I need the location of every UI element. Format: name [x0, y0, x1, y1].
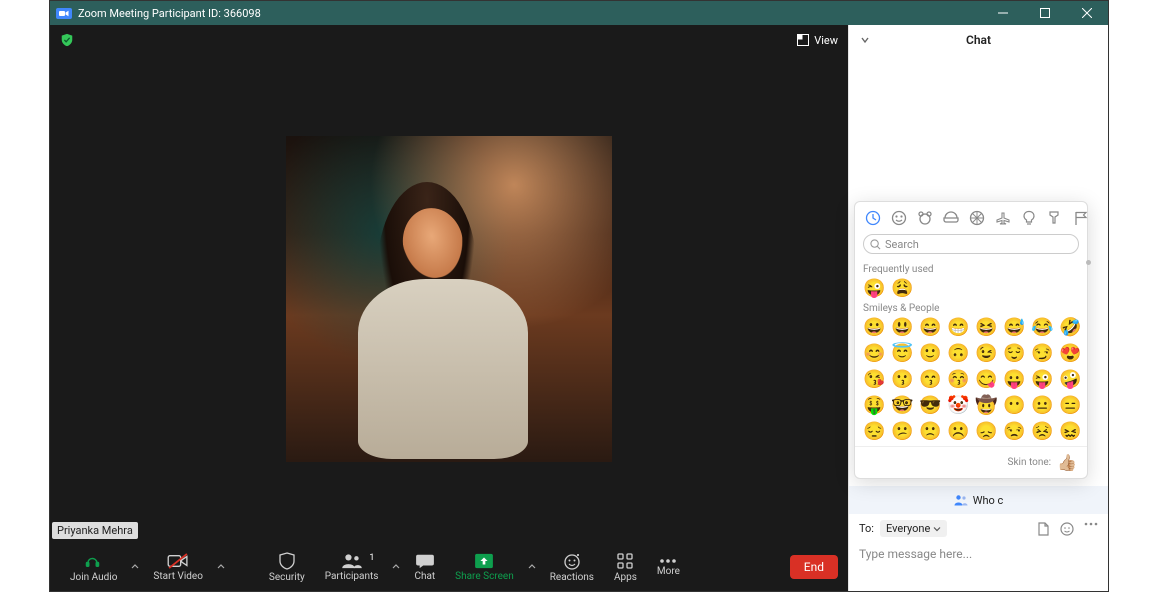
emoji-cell[interactable]: 😅 — [1003, 318, 1023, 338]
emoji-cell[interactable]: 😙 — [919, 370, 939, 390]
emoji-cell[interactable]: 😩 — [891, 279, 911, 299]
emoji-tab-symbols-icon[interactable] — [1047, 210, 1063, 226]
chat-more-icon[interactable] — [1084, 522, 1098, 536]
emoji-cell[interactable]: 😂 — [1031, 318, 1051, 338]
video-area: View Priyanka Mehra Join Audio — [50, 25, 848, 591]
window-title: Zoom Meeting Participant ID: 366098 — [78, 7, 982, 20]
participant-name-label: Priyanka Mehra — [52, 522, 138, 539]
emoji-cell[interactable]: 😣 — [1031, 422, 1051, 442]
emoji-tab-travel-icon[interactable] — [995, 210, 1011, 226]
emoji-cell[interactable]: 😋 — [975, 370, 995, 390]
encryption-shield-icon[interactable] — [60, 33, 74, 47]
video-options-chevron[interactable] — [213, 563, 229, 571]
emoji-cell[interactable]: 😕 — [891, 422, 911, 442]
emoji-cell[interactable]: 🤑 — [863, 396, 883, 416]
close-button[interactable] — [1066, 1, 1108, 25]
chat-button[interactable]: Chat — [404, 549, 445, 586]
chat-panel-title: Chat — [849, 33, 1108, 47]
participant-count: 1 — [369, 553, 374, 563]
emoji-cell[interactable]: 🤣 — [1059, 318, 1079, 338]
emoji-cell[interactable]: 😶 — [1003, 396, 1023, 416]
end-meeting-button[interactable]: End — [790, 555, 838, 579]
emoji-tab-smileys-icon[interactable] — [891, 210, 907, 226]
start-video-button[interactable]: Start Video — [143, 549, 212, 586]
emoji-cell[interactable]: 😚 — [947, 370, 967, 390]
emoji-section-frequent: Frequently used — [863, 264, 1079, 275]
join-audio-button[interactable]: Join Audio — [60, 548, 127, 587]
emoji-cell[interactable]: 🤡 — [947, 396, 967, 416]
emoji-cell[interactable]: 🤪 — [1059, 370, 1079, 390]
emoji-search-input[interactable]: Search — [863, 234, 1079, 254]
emoji-cell[interactable]: 😏 — [1031, 344, 1051, 364]
share-options-chevron[interactable] — [524, 563, 540, 571]
participants-options-chevron[interactable] — [388, 563, 404, 571]
chat-to-dropdown[interactable]: Everyone — [880, 520, 947, 537]
emoji-cell[interactable]: 😒 — [1003, 422, 1023, 442]
emoji-cell[interactable]: 😐 — [1031, 396, 1051, 416]
emoji-cell[interactable]: 😔 — [863, 422, 883, 442]
emoji-picker: Search Frequently used 😜 😩 Smileys & Peop… — [854, 201, 1088, 479]
chat-collapse-chevron[interactable] — [859, 34, 871, 46]
audio-options-chevron[interactable] — [127, 563, 143, 571]
view-button[interactable]: View — [797, 34, 838, 47]
emoji-cell[interactable]: 😀 — [863, 318, 883, 338]
title-bar: Zoom Meeting Participant ID: 366098 — [50, 1, 1108, 25]
emoji-cell[interactable]: 😖 — [1059, 422, 1079, 442]
emoji-cell[interactable]: 😁 — [947, 318, 967, 338]
emoji-cell[interactable]: 😃 — [891, 318, 911, 338]
emoji-tab-food-icon[interactable] — [943, 210, 959, 226]
emoji-cell[interactable]: 😍 — [1059, 344, 1079, 364]
emoji-section-smileys: Smileys & People — [863, 303, 1079, 314]
emoji-cell[interactable]: 😇 — [891, 344, 911, 364]
share-screen-button[interactable]: Share Screen — [445, 549, 524, 586]
emoji-cell[interactable]: 😎 — [919, 396, 939, 416]
security-button[interactable]: Security — [259, 548, 315, 587]
participant-video[interactable] — [286, 136, 612, 462]
emoji-tab-activity-icon[interactable] — [969, 210, 985, 226]
emoji-tab-recent-icon[interactable] — [865, 210, 881, 226]
view-label: View — [814, 34, 838, 47]
emoji-cell[interactable]: ☹️ — [947, 422, 967, 442]
chat-emoji-icon[interactable] — [1060, 522, 1074, 536]
emoji-cell[interactable]: 😊 — [863, 344, 883, 364]
chat-message-input[interactable]: Type message here... — [849, 543, 1108, 591]
skin-tone-label: Skin tone: — [1008, 457, 1052, 468]
emoji-cell[interactable]: 😗 — [891, 370, 911, 390]
zoom-app-icon — [56, 8, 72, 19]
emoji-cell[interactable]: 😑 — [1059, 396, 1079, 416]
emoji-cell[interactable]: 🤓 — [891, 396, 911, 416]
emoji-cell[interactable]: 😘 — [863, 370, 883, 390]
emoji-cell[interactable]: 😉 — [975, 344, 995, 364]
emoji-cell[interactable]: 😆 — [975, 318, 995, 338]
emoji-cell[interactable]: 😄 — [919, 318, 939, 338]
emoji-cell[interactable]: 🙂 — [919, 344, 939, 364]
emoji-cell[interactable]: 😜 — [863, 279, 883, 299]
more-button[interactable]: More — [647, 554, 690, 581]
emoji-cell[interactable]: 🙃 — [947, 344, 967, 364]
reactions-button[interactable]: Reactions — [540, 548, 604, 587]
emoji-cell[interactable]: 😞 — [975, 422, 995, 442]
skin-tone-selector[interactable]: 👍🏼 — [1057, 453, 1077, 472]
emoji-cell[interactable]: 😌 — [1003, 344, 1023, 364]
chat-to-label: To: — [859, 522, 874, 535]
emoji-cell[interactable]: 😜 — [1031, 370, 1051, 390]
emoji-scrollbar[interactable] — [1086, 260, 1091, 265]
who-can-see-button[interactable]: Who c — [849, 486, 1108, 514]
minimize-button[interactable] — [982, 1, 1024, 25]
chat-file-icon[interactable] — [1036, 522, 1050, 536]
emoji-cell[interactable]: 🤠 — [975, 396, 995, 416]
maximize-button[interactable] — [1024, 1, 1066, 25]
emoji-tab-flags-icon[interactable] — [1073, 210, 1089, 226]
emoji-cell[interactable]: 🙁 — [919, 422, 939, 442]
participants-button[interactable]: Participants 1 — [315, 549, 389, 586]
emoji-tab-objects-icon[interactable] — [1021, 210, 1037, 226]
emoji-tab-animals-icon[interactable] — [917, 210, 933, 226]
apps-button[interactable]: Apps — [604, 548, 647, 587]
meeting-toolbar: Join Audio Start Video Security Particip… — [50, 543, 848, 591]
emoji-cell[interactable]: 😛 — [1003, 370, 1023, 390]
